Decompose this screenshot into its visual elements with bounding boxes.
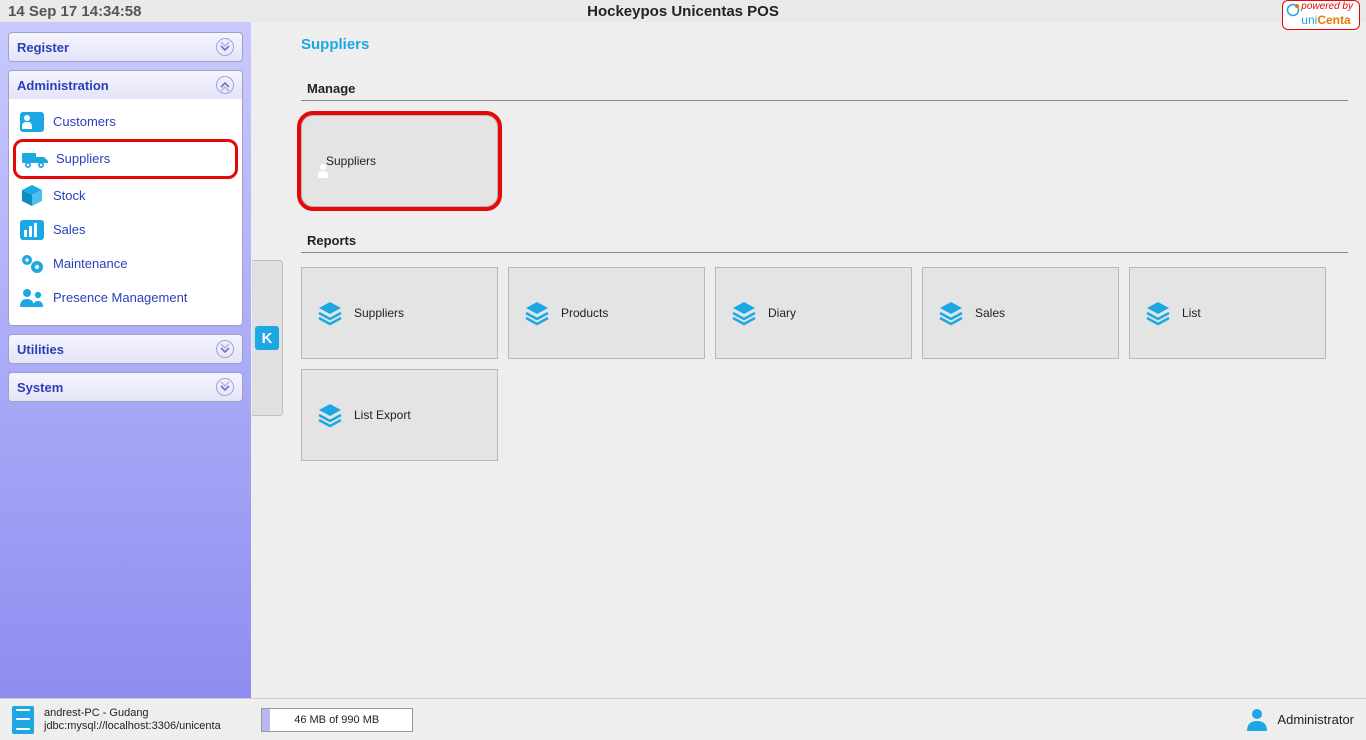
card-report-suppliers[interactable]: Suppliers — [301, 267, 498, 359]
status-bar: andrest-PC - Gudang jdbc:mysql://localho… — [0, 698, 1366, 740]
card-label: Sales — [975, 306, 1005, 320]
gears-icon — [19, 253, 45, 275]
card-report-diary[interactable]: Diary — [715, 267, 912, 359]
card-report-sales[interactable]: Sales — [922, 267, 1119, 359]
top-bar: 14 Sep 17 14:34:58 Hockeypos Unicentas P… — [0, 0, 1366, 22]
sidebar-item-label: Presence Management — [53, 288, 187, 308]
database-icon — [12, 706, 34, 734]
user-icon — [1245, 707, 1269, 733]
card-label: Diary — [768, 306, 796, 320]
divider — [301, 252, 1348, 253]
manage-grid: Suppliers — [301, 115, 1348, 207]
sidebar-item-customers[interactable]: Customers — [13, 105, 238, 139]
divider — [301, 100, 1348, 101]
connection-info: andrest-PC - Gudang jdbc:mysql://localho… — [44, 707, 221, 733]
card-label: Products — [561, 306, 608, 320]
panel-administration-header[interactable]: Administration — [9, 71, 242, 99]
chevron-down-icon — [216, 340, 234, 358]
panel-administration: Administration Customers Suppliers Stock — [8, 70, 243, 326]
memory-text: 46 MB of 990 MB — [294, 714, 379, 726]
panel-utilities-header[interactable]: Utilities — [9, 335, 242, 363]
sidebar-item-presence[interactable]: Presence Management — [13, 281, 238, 315]
host-label: andrest-PC - Gudang — [44, 707, 221, 720]
card-suppliers-manage[interactable]: Suppliers — [301, 115, 498, 207]
current-user[interactable]: Administrator — [1245, 707, 1354, 733]
main-content: Suppliers Manage Suppliers Reports Suppl… — [251, 22, 1366, 698]
cube-icon — [19, 185, 45, 207]
jdbc-label: jdbc:mysql://localhost:3306/unicenta — [44, 720, 221, 733]
card-label: Suppliers — [354, 306, 404, 320]
section-reports-title: Reports — [307, 233, 1348, 248]
bar-chart-icon — [19, 219, 45, 241]
page-title: Suppliers — [301, 36, 1348, 53]
layers-icon — [316, 402, 344, 428]
card-label: List Export — [354, 408, 411, 422]
panel-utilities-label: Utilities — [17, 342, 64, 357]
chevron-up-icon — [216, 76, 234, 94]
powered-by-badge: powered by uniCenta — [1282, 0, 1360, 30]
card-report-products[interactable]: Products — [508, 267, 705, 359]
panel-system-header[interactable]: System — [9, 373, 242, 401]
reports-grid: Suppliers Products Diary Sales List List… — [301, 267, 1348, 461]
people-icon — [19, 287, 45, 309]
panel-system-label: System — [17, 380, 63, 395]
user-label: Administrator — [1277, 712, 1354, 727]
panel-system: System — [8, 372, 243, 402]
card-report-list[interactable]: List — [1129, 267, 1326, 359]
layers-icon — [937, 300, 965, 326]
card-label: Suppliers — [326, 154, 376, 168]
sidebar-collapse-handle[interactable]: K — [252, 260, 283, 416]
layers-icon — [1144, 300, 1172, 326]
layers-icon — [730, 300, 758, 326]
timestamp: 14 Sep 17 14:34:58 — [8, 3, 141, 20]
truck-icon — [22, 148, 48, 170]
sidebar-item-label: Suppliers — [56, 149, 110, 169]
panel-register-label: Register — [17, 40, 69, 55]
sidebar-item-label: Stock — [53, 186, 86, 206]
panel-administration-label: Administration — [17, 78, 109, 93]
panel-register-header[interactable]: Register — [9, 33, 242, 61]
sidebar-item-label: Sales — [53, 220, 86, 240]
card-label: List — [1182, 306, 1201, 320]
sidebar-item-label: Maintenance — [53, 254, 127, 274]
layers-icon — [523, 300, 551, 326]
section-manage-title: Manage — [307, 81, 1348, 96]
sidebar-item-sales[interactable]: Sales — [13, 213, 238, 247]
sidebar-item-maintenance[interactable]: Maintenance — [13, 247, 238, 281]
app-title: Hockeypos Unicentas POS — [0, 3, 1366, 20]
memory-fill — [262, 709, 270, 731]
sidebar-item-suppliers[interactable]: Suppliers — [13, 139, 238, 179]
layers-icon — [316, 300, 344, 326]
panel-register: Register — [8, 32, 243, 62]
sidebar-item-label: Customers — [53, 112, 116, 132]
sidebar: Register Administration Customers Suppli… — [0, 22, 251, 698]
card-report-list-export[interactable]: List Export — [301, 369, 498, 461]
sidebar-item-stock[interactable]: Stock — [13, 179, 238, 213]
memory-bar: 46 MB of 990 MB — [261, 708, 413, 732]
person-card-icon — [19, 111, 45, 133]
chevron-down-icon — [216, 378, 234, 396]
collapse-icon: K — [255, 326, 279, 350]
chevron-down-icon — [216, 38, 234, 56]
panel-utilities: Utilities — [8, 334, 243, 364]
